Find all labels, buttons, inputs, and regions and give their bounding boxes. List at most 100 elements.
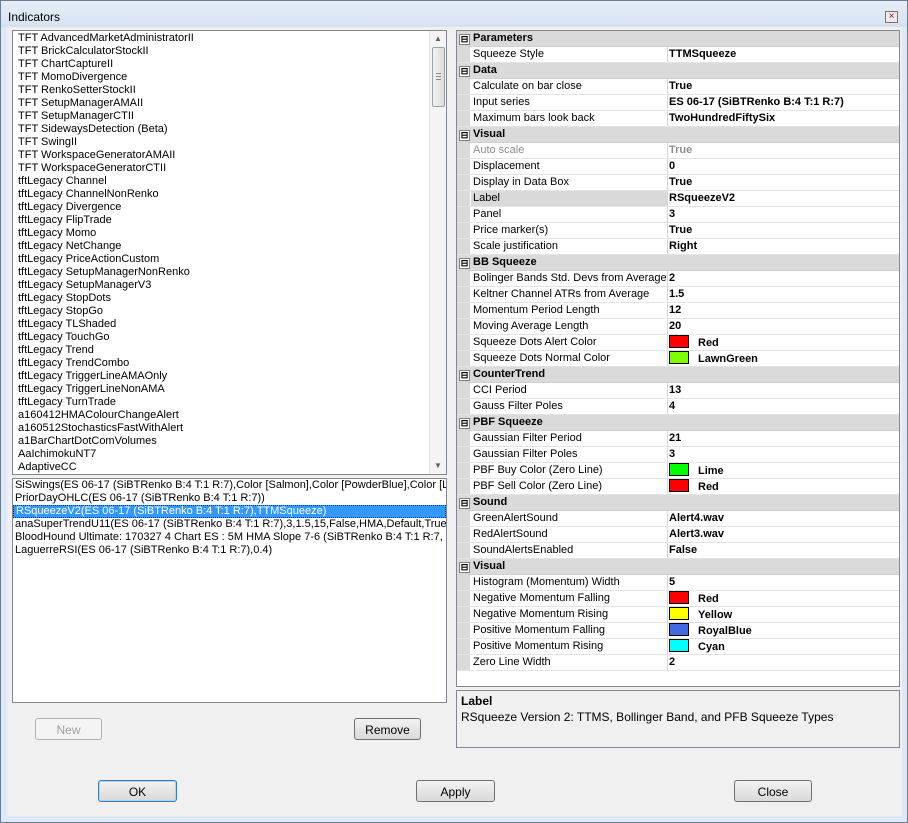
applied-indicator-item[interactable]: LaguerreRSI(ES 06-17 (SiBTRenko B:4 T:1 … bbox=[13, 544, 446, 557]
property-row[interactable]: PBF Buy Color (Zero Line) Lime bbox=[457, 463, 899, 479]
property-name[interactable]: Maximum bars look back bbox=[471, 111, 668, 126]
property-name[interactable]: Gaussian Filter Period bbox=[471, 431, 668, 446]
applied-indicator-item[interactable]: PriorDayOHLC(ES 06-17 (SiBTRenko B:4 T:1… bbox=[13, 492, 446, 505]
property-value[interactable]: 5 bbox=[669, 575, 899, 590]
list-item[interactable]: tftLegacy PriceActionCustom bbox=[13, 253, 431, 266]
property-row[interactable]: Squeeze Dots Alert Color Red bbox=[457, 335, 899, 351]
property-value[interactable]: LawnGreen bbox=[669, 351, 899, 366]
property-name[interactable]: Negative Momentum Falling bbox=[471, 591, 668, 606]
property-value[interactable]: Cyan bbox=[669, 639, 899, 654]
property-name[interactable]: Auto scale bbox=[471, 143, 668, 158]
property-value[interactable]: ES 06-17 (SiBTRenko B:4 T:1 R:7) bbox=[669, 95, 899, 110]
property-value[interactable]: 13 bbox=[669, 383, 899, 398]
scroll-up-icon[interactable]: ▲ bbox=[430, 31, 446, 47]
property-name[interactable]: Display in Data Box bbox=[471, 175, 668, 190]
category-row[interactable]: ⊟ Data bbox=[457, 63, 899, 79]
list-item[interactable]: TFT RenkoSetterStockII bbox=[13, 84, 431, 97]
property-name[interactable]: Keltner Channel ATRs from Average bbox=[471, 287, 668, 302]
property-value[interactable]: Alert3.wav bbox=[669, 527, 899, 542]
list-item[interactable]: tftLegacy TriggerLineNonAMA bbox=[13, 383, 431, 396]
property-name[interactable]: Label bbox=[471, 191, 668, 206]
list-item[interactable]: tftLegacy Channel bbox=[13, 175, 431, 188]
property-row[interactable]: Price marker(s) True bbox=[457, 223, 899, 239]
list-item[interactable]: tftLegacy SetupManagerNonRenko bbox=[13, 266, 431, 279]
property-value[interactable]: TwoHundredFiftySix bbox=[669, 111, 899, 126]
list-item[interactable]: tftLegacy FlipTrade bbox=[13, 214, 431, 227]
list-item[interactable]: tftLegacy StopDots bbox=[13, 292, 431, 305]
property-name[interactable]: Negative Momentum Rising bbox=[471, 607, 668, 622]
list-item[interactable]: TFT SwingII bbox=[13, 136, 431, 149]
collapse-toggle-icon[interactable]: ⊟ bbox=[459, 34, 470, 45]
list-item[interactable]: TFT SetupManagerCTII bbox=[13, 110, 431, 123]
list-item[interactable]: TFT MomoDivergence bbox=[13, 71, 431, 84]
property-row[interactable]: CCI Period 13 bbox=[457, 383, 899, 399]
list-item[interactable]: TFT SidewaysDetection (Beta) bbox=[13, 123, 431, 136]
property-row[interactable]: Squeeze Style TTMSqueeze bbox=[457, 47, 899, 63]
scroll-thumb[interactable] bbox=[432, 47, 445, 107]
new-button[interactable]: New bbox=[35, 718, 102, 740]
property-value[interactable]: 4 bbox=[669, 399, 899, 414]
ok-button[interactable]: OK bbox=[98, 780, 177, 802]
title-bar[interactable]: Indicators × bbox=[1, 1, 907, 27]
property-value[interactable]: 20 bbox=[669, 319, 899, 334]
list-item[interactable]: TFT BrickCalculatorStockII bbox=[13, 45, 431, 58]
property-name[interactable]: Price marker(s) bbox=[471, 223, 668, 238]
property-grid[interactable]: ⊟ Parameters Squeeze Style TTMSqueeze ⊟ Data C… bbox=[456, 30, 900, 687]
category-row[interactable]: ⊟ BB Squeeze bbox=[457, 255, 899, 271]
property-row[interactable]: Label RSqueezeV2 bbox=[457, 191, 899, 207]
property-row[interactable]: Squeeze Dots Normal Color LawnGreen bbox=[457, 351, 899, 367]
list-item[interactable]: AaIchimokuNT7 bbox=[13, 448, 431, 461]
list-item[interactable]: TFT ChartCaptureII bbox=[13, 58, 431, 71]
property-name[interactable]: Positive Momentum Falling bbox=[471, 623, 668, 638]
property-row[interactable]: Histogram (Momentum) Width 5 bbox=[457, 575, 899, 591]
category-row[interactable]: ⊟ Visual bbox=[457, 559, 899, 575]
property-value[interactable]: Right bbox=[669, 239, 899, 254]
property-name[interactable]: Input series bbox=[471, 95, 668, 110]
property-value[interactable]: Red bbox=[669, 479, 899, 494]
property-name[interactable]: Positive Momentum Rising bbox=[471, 639, 668, 654]
list-item[interactable]: tftLegacy TrendCombo bbox=[13, 357, 431, 370]
property-name[interactable]: PBF Sell Color (Zero Line) bbox=[471, 479, 668, 494]
collapse-toggle-icon[interactable]: ⊟ bbox=[459, 130, 470, 141]
property-name[interactable]: Momentum Period Length bbox=[471, 303, 668, 318]
property-value[interactable]: RSqueezeV2 bbox=[669, 191, 899, 206]
property-name[interactable]: Squeeze Style bbox=[471, 47, 668, 62]
list-item[interactable]: tftLegacy TouchGo bbox=[13, 331, 431, 344]
collapse-toggle-icon[interactable]: ⊟ bbox=[459, 562, 470, 573]
property-row[interactable]: Bolinger Bands Std. Devs from Average 2 bbox=[457, 271, 899, 287]
available-indicators-list[interactable]: TFT AdvancedMarketAdministratorII TFT Bri… bbox=[12, 30, 447, 475]
property-value[interactable]: 0 bbox=[669, 159, 899, 174]
list-item[interactable]: tftLegacy StopGo bbox=[13, 305, 431, 318]
property-value[interactable]: 2 bbox=[669, 655, 899, 670]
remove-button[interactable]: Remove bbox=[354, 718, 421, 740]
vertical-scrollbar[interactable]: ▲ ▼ bbox=[429, 31, 446, 474]
property-row[interactable]: Input series ES 06-17 (SiBTRenko B:4 T:1 … bbox=[457, 95, 899, 111]
property-name[interactable]: CCI Period bbox=[471, 383, 668, 398]
collapse-toggle-icon[interactable]: ⊟ bbox=[459, 258, 470, 269]
list-item[interactable]: tftLegacy SetupManagerV3 bbox=[13, 279, 431, 292]
property-value[interactable]: Alert4.wav bbox=[669, 511, 899, 526]
property-row[interactable]: Auto scale True bbox=[457, 143, 899, 159]
property-value[interactable]: True bbox=[669, 223, 899, 238]
property-name[interactable]: Gauss Filter Poles bbox=[471, 399, 668, 414]
property-name[interactable]: Scale justification bbox=[471, 239, 668, 254]
apply-button[interactable]: Apply bbox=[416, 780, 495, 802]
property-name[interactable]: Bolinger Bands Std. Devs from Average bbox=[471, 271, 668, 286]
property-value[interactable]: True bbox=[669, 175, 899, 190]
list-item[interactable]: tftLegacy Momo bbox=[13, 227, 431, 240]
property-row[interactable]: Zero Line Width 2 bbox=[457, 655, 899, 671]
collapse-toggle-icon[interactable]: ⊟ bbox=[459, 498, 470, 509]
property-value[interactable]: True bbox=[669, 79, 899, 94]
applied-indicators-list[interactable]: SiSwings(ES 06-17 (SiBTRenko B:4 T:1 R:7… bbox=[12, 478, 447, 703]
property-name[interactable]: Calculate on bar close bbox=[471, 79, 668, 94]
list-item[interactable]: tftLegacy NetChange bbox=[13, 240, 431, 253]
property-value[interactable]: False bbox=[669, 543, 899, 558]
scroll-down-icon[interactable]: ▼ bbox=[430, 458, 446, 474]
category-row[interactable]: ⊟ Parameters bbox=[457, 31, 899, 47]
property-row[interactable]: Negative Momentum Rising Yellow bbox=[457, 607, 899, 623]
category-row[interactable]: ⊟ PBF Squeeze bbox=[457, 415, 899, 431]
applied-indicator-item[interactable]: RSqueezeV2(ES 06-17 (SiBTRenko B:4 T:1 R… bbox=[13, 505, 446, 518]
list-item[interactable]: tftLegacy Trend bbox=[13, 344, 431, 357]
property-row[interactable]: Negative Momentum Falling Red bbox=[457, 591, 899, 607]
property-value[interactable]: TTMSqueeze bbox=[669, 47, 899, 62]
